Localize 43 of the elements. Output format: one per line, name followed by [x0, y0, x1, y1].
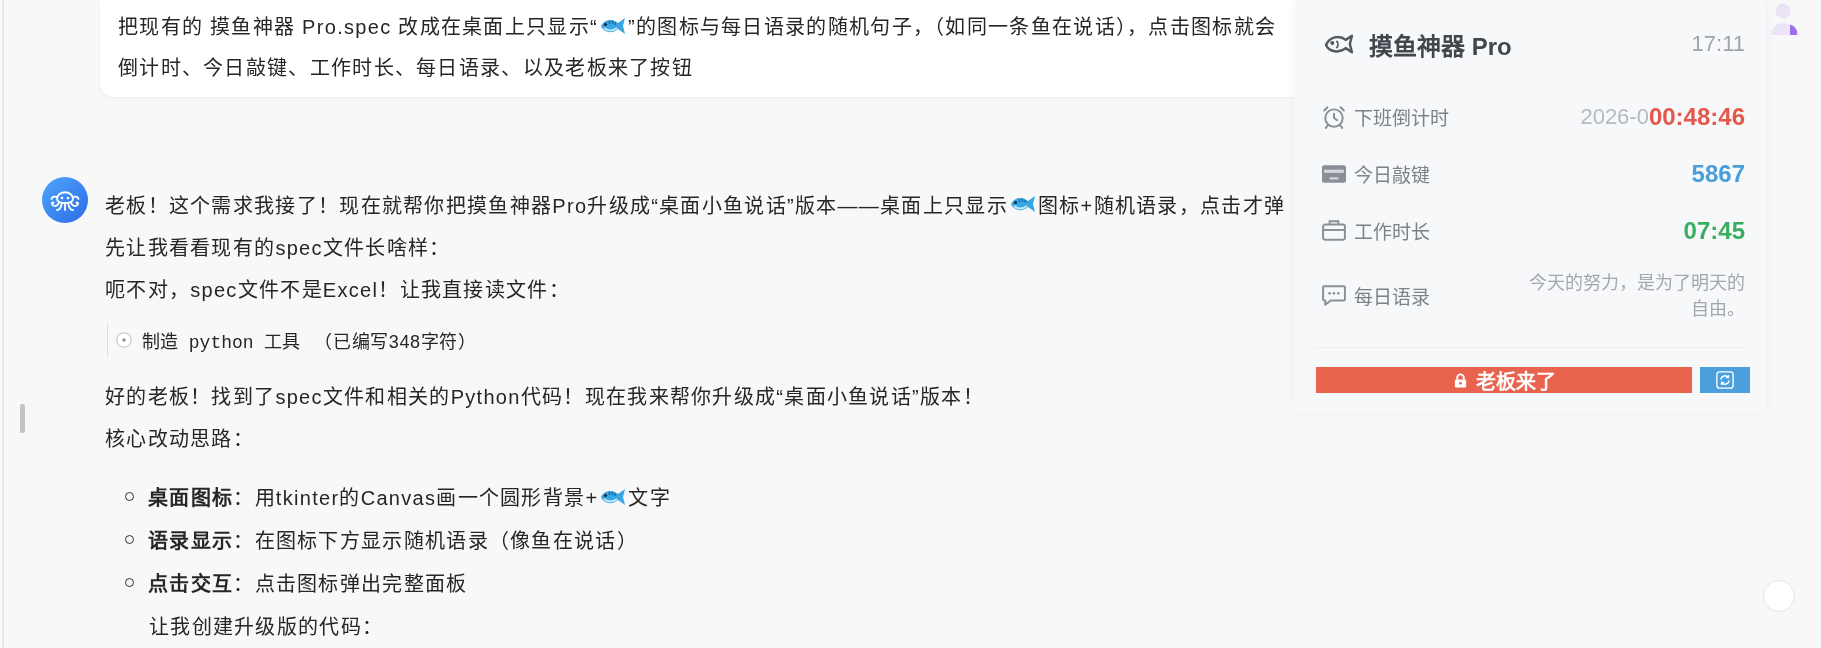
alarm-clock-icon	[1322, 104, 1346, 129]
message-text: 核心改动思路：	[105, 426, 255, 452]
message-text: 老板！这个需求我接了！现在就帮你把摸鱼神器Pro升级成“桌面小鱼说话”版本——桌面上只显示	[105, 193, 1008, 219]
bot-avatar-icon	[42, 177, 88, 223]
fish-icon	[600, 487, 627, 506]
message-text: 倒计时、今日敲键、工作时长、每日语录、以及老板来了按钮	[118, 56, 694, 81]
message-text: 语录显示：在图标下方显示随机语录（像鱼在说话）	[148, 529, 638, 554]
message-text: 好的老板！找到了spec文件和相关的Python代码！现在我来帮你升级成“桌面小鱼说话”版本！	[105, 384, 984, 410]
message-text: 文字	[628, 486, 671, 511]
message-text: 桌面图标：用tkinter的Canvas画一个圆形背景+	[148, 486, 599, 511]
fish-icon	[599, 16, 626, 35]
panel-title: 摸鱼神器 Pro	[1369, 31, 1512, 62]
message-text: 呃不对，spec文件不是Excel！让我直接读文件：	[105, 277, 570, 303]
message-text: ”的图标与每日语录的随机句子，（如同一条鱼在说话），点击图标就会	[627, 15, 1277, 40]
user-avatar-icon[interactable]	[1770, 3, 1798, 36]
stat-label: 今日敲键	[1354, 164, 1430, 187]
tool-detail: （已编写348字符）	[314, 331, 477, 353]
stat-value: 00:48:46	[1648, 102, 1745, 131]
message-text: 点击交互：点击图标弹出完整面板	[148, 572, 468, 597]
message-text: 先让我看看现有的spec文件长啥样：	[105, 235, 451, 261]
keyboard-icon	[1322, 164, 1346, 183]
boss-alert-button[interactable]: 老板来了	[1316, 367, 1692, 393]
tool-name: 制造 python 工具	[142, 331, 301, 353]
quote-text: 今天的努力，是为了明天的自由。	[1528, 271, 1745, 321]
clock-time: 17:11	[1691, 31, 1745, 57]
resize-handle[interactable]	[20, 404, 25, 433]
stat-value: 5867	[1691, 159, 1745, 188]
date-text: 2026-0	[1580, 103, 1649, 130]
fish-icon	[1009, 195, 1036, 213]
briefcase-icon	[1322, 220, 1346, 241]
dot-circle-icon	[116, 332, 132, 348]
chat-bubble-icon	[1322, 285, 1346, 306]
stat-label: 每日语录	[1354, 286, 1430, 309]
message-text: 图标+随机语录，点击才弹	[1037, 193, 1286, 219]
stat-value: 07:45	[1683, 216, 1745, 245]
stat-label: 工作时长	[1354, 221, 1430, 244]
fish-logo-icon	[1324, 33, 1354, 55]
refresh-icon	[1716, 371, 1734, 389]
lock-icon	[1452, 372, 1468, 388]
stat-label: 下班倒计时	[1354, 107, 1449, 130]
message-text: 让我创建升级版的代码：	[149, 614, 384, 640]
refresh-button[interactable]	[1700, 367, 1750, 393]
message-text: 把现有的 摸鱼神器 Pro.spec 改成在桌面上只显示“	[118, 15, 598, 40]
